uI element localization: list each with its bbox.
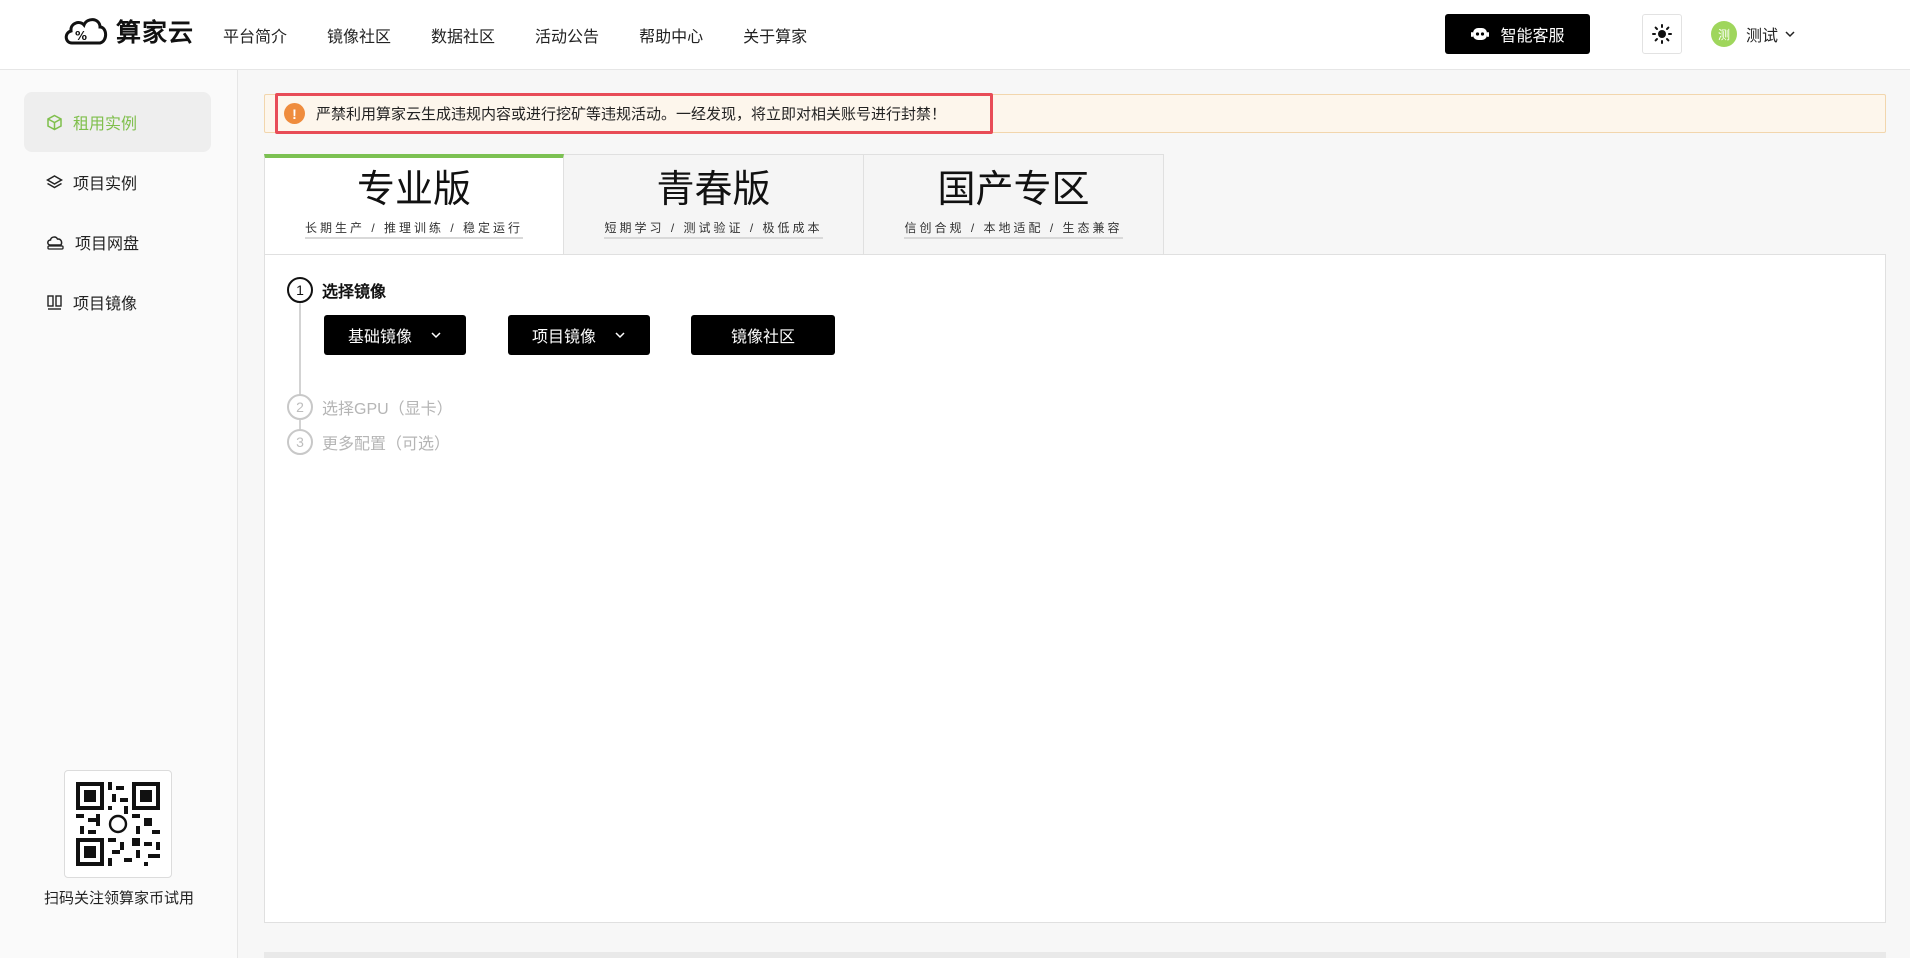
layers-icon — [46, 174, 63, 188]
logo-cloud-icon: % — [64, 18, 108, 45]
notice-highlight-box: ! 严禁利用算家云生成违规内容或进行挖矿等违规活动。一经发现，将立即对相关账号进… — [275, 93, 993, 134]
base-image-dropdown[interactable]: 基础镜像 — [324, 315, 466, 355]
sidebar-item-rent-instance[interactable]: 租用实例 — [24, 92, 211, 152]
project-image-dropdown[interactable]: 项目镜像 — [508, 315, 650, 355]
step-connector — [299, 294, 301, 395]
tab-professional[interactable]: 专业版 长期生产 / 推理训练 / 稳定运行 — [264, 154, 564, 256]
sidebar-item-label: 项目实例 — [73, 176, 138, 193]
top-navbar: % 算家云 平台简介 镜像社区 数据社区 活动公告 帮助中心 关于算家 智能客服 — [0, 0, 1910, 70]
step-select-image: 1 选择镜像 — [287, 277, 386, 303]
customer-service-label: 智能客服 — [1500, 28, 1565, 45]
chevron-down-icon — [615, 332, 625, 339]
logo[interactable]: % 算家云 — [62, 13, 194, 49]
user-name: 测试 — [1746, 28, 1779, 45]
user-menu[interactable]: 测 测试 — [1711, 21, 1796, 47]
tab-subtitle: 长期生产 / 推理训练 / 稳定运行 — [304, 219, 523, 239]
sidebar-item-project-image[interactable]: 项目镜像 — [24, 272, 211, 332]
tab-title: 青春版 — [656, 169, 771, 211]
sidebar-item-project-disk[interactable]: 项目网盘 — [24, 212, 211, 272]
tab-title: 国产专区 — [937, 169, 1090, 211]
logo-text: 算家云 — [116, 19, 195, 47]
image-community-label: 镜像社区 — [730, 329, 795, 346]
step-label: 选择镜像 — [322, 284, 387, 301]
qr-code — [64, 770, 172, 878]
nav-help-center[interactable]: 帮助中心 — [639, 23, 703, 47]
qr-code-icon — [76, 782, 160, 866]
step-label: 更多配置（可选） — [322, 436, 451, 453]
bottom-scroll-strip — [264, 952, 1886, 958]
nav-announcements[interactable]: 活动公告 — [535, 23, 599, 47]
nav-platform-intro[interactable]: 平台简介 — [223, 23, 287, 47]
image-stack-icon — [47, 294, 62, 310]
tab-title: 专业版 — [356, 169, 471, 211]
sidebar-item-label: 项目网盘 — [75, 236, 140, 253]
step-number: 2 — [287, 394, 313, 420]
sidebar-item-label: 项目镜像 — [73, 296, 138, 313]
customer-service-button[interactable]: 智能客服 — [1445, 14, 1590, 54]
step-select-gpu[interactable]: 2 选择GPU（显卡） — [287, 394, 453, 420]
tab-subtitle: 信创合规 / 本地适配 / 生态兼容 — [904, 219, 1123, 239]
sidebar: 租用实例 项目实例 项目网盘 项目镜像 扫码关注领算家币试用 — [0, 70, 238, 958]
tab-subtitle: 短期学习 / 测试验证 / 极低成本 — [604, 219, 823, 239]
cube-icon — [47, 114, 62, 130]
tab-youth[interactable]: 青春版 短期学习 / 测试验证 / 极低成本 — [564, 154, 864, 255]
avatar: 测 — [1711, 21, 1737, 47]
nav-image-community[interactable]: 镜像社区 — [327, 23, 391, 47]
theme-toggle-button[interactable] — [1642, 14, 1682, 54]
step-more-config[interactable]: 3 更多配置（可选） — [287, 429, 450, 455]
robot-icon — [1471, 28, 1490, 40]
sidebar-item-project-instance[interactable]: 项目实例 — [24, 152, 211, 212]
svg-text:%: % — [75, 29, 87, 43]
config-panel — [264, 254, 1886, 923]
main-nav: 平台简介 镜像社区 数据社区 活动公告 帮助中心 关于算家 — [223, 0, 847, 70]
tab-domestic[interactable]: 国产专区 信创合规 / 本地适配 / 生态兼容 — [864, 154, 1164, 255]
warning-notice: ! 严禁利用算家云生成违规内容或进行挖矿等违规活动。一经发现，将立即对相关账号进… — [264, 93, 1886, 134]
sidebar-item-label: 租用实例 — [73, 116, 138, 133]
nav-about[interactable]: 关于算家 — [743, 23, 807, 47]
image-community-button[interactable]: 镜像社区 — [691, 315, 835, 355]
nav-data-community[interactable]: 数据社区 — [431, 23, 495, 47]
project-image-label: 项目镜像 — [531, 329, 596, 346]
base-image-label: 基础镜像 — [347, 329, 412, 346]
sun-icon — [1652, 24, 1672, 44]
step-number: 3 — [287, 429, 313, 455]
chevron-down-icon — [431, 332, 441, 339]
step-number: 1 — [287, 277, 313, 303]
notice-text: 严禁利用算家云生成违规内容或进行挖矿等违规活动。一经发现，将立即对相关账号进行封… — [316, 106, 947, 123]
qr-caption: 扫码关注领算家币试用 — [43, 890, 194, 907]
warning-icon: ! — [284, 103, 305, 124]
step-label: 选择GPU（显卡） — [322, 401, 453, 418]
cloud-disk-icon — [47, 235, 64, 250]
chevron-down-icon — [1785, 31, 1795, 38]
edition-tabs: 专业版 长期生产 / 推理训练 / 稳定运行 青春版 短期学习 / 测试验证 /… — [264, 154, 1164, 256]
